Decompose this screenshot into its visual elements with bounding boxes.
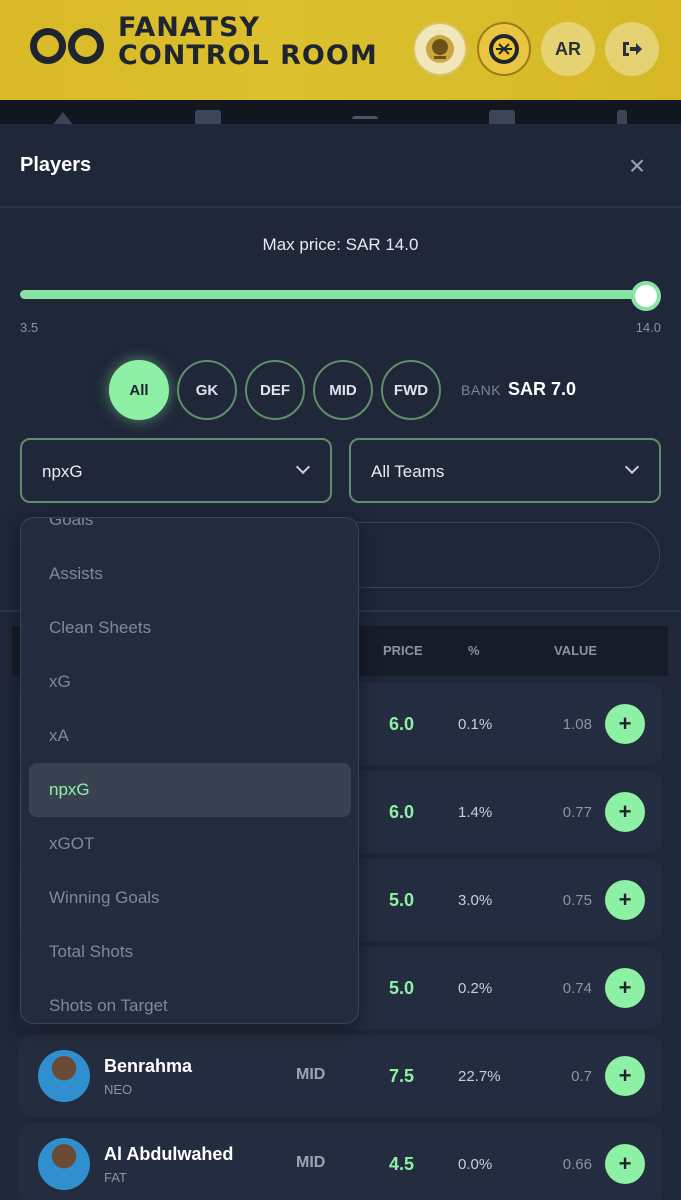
player-value: 0.74 xyxy=(562,980,592,997)
player-selected-pct: 0.1% xyxy=(458,716,493,733)
logout-icon xyxy=(623,42,642,56)
price-slider-min: 3.5 xyxy=(20,320,39,335)
logout-button[interactable] xyxy=(605,22,659,76)
dropdown-option[interactable]: Assists xyxy=(49,564,103,584)
player-selected-pct: 0.0% xyxy=(458,1156,493,1173)
player-position: MID xyxy=(296,1154,326,1171)
logo-text: FANATSY CONTROL ROOM xyxy=(118,14,378,70)
player-row[interactable]: Benrahma NEO MID 7.5 22.7% 0.7 + xyxy=(18,1035,663,1117)
player-value: 0.66 xyxy=(562,1156,592,1173)
logo-rings-icon xyxy=(26,22,108,64)
header-price[interactable]: PRICE xyxy=(383,643,423,658)
dropdown-option[interactable]: Total Shots xyxy=(49,942,133,962)
dropdown-option[interactable]: xG xyxy=(49,672,71,692)
player-team: NEO xyxy=(104,1082,133,1097)
player-selected-pct: 1.4% xyxy=(458,804,493,821)
player-position: MID xyxy=(296,1066,326,1083)
player-avatar xyxy=(38,1050,90,1102)
player-price: 5.0 xyxy=(389,890,415,910)
divider xyxy=(0,206,681,208)
sheet-title: Players xyxy=(20,154,92,176)
chevron-down-icon xyxy=(295,459,311,475)
player-selected-pct: 0.2% xyxy=(458,980,493,997)
tiger-crest-icon xyxy=(489,34,519,64)
player-price: 5.0 xyxy=(389,978,415,998)
club-crest-1-button[interactable] xyxy=(413,22,467,76)
add-player-button[interactable]: + xyxy=(605,792,645,832)
price-slider-max: 14.0 xyxy=(635,320,661,335)
position-filter-mid[interactable]: MID xyxy=(313,360,373,420)
dropdown-option[interactable]: xGOT xyxy=(49,834,94,854)
player-value: 0.75 xyxy=(562,892,592,909)
position-filter-fwd[interactable]: FWD xyxy=(381,360,441,420)
logo-line-2: CONTROL ROOM xyxy=(118,40,378,71)
player-selected-pct: 3.0% xyxy=(458,892,493,909)
dropdown-option[interactable]: Clean Sheets xyxy=(49,618,151,638)
close-icon[interactable]: × xyxy=(624,152,650,180)
club-crest-2-button[interactable] xyxy=(477,22,531,76)
app-header: FANATSY CONTROL ROOM AR xyxy=(0,0,681,100)
add-player-button[interactable]: + xyxy=(605,968,645,1008)
position-filter-all[interactable]: All xyxy=(109,360,169,420)
logo-line-1: FANATSY xyxy=(118,12,261,43)
dropdown-option[interactable]: Goals xyxy=(49,518,93,530)
app-logo: FANATSY CONTROL ROOM xyxy=(26,14,378,70)
dropdown-option[interactable]: Winning Goals xyxy=(49,888,160,908)
player-value: 0.7 xyxy=(571,1068,592,1085)
player-price: 6.0 xyxy=(389,714,415,734)
player-price: 6.0 xyxy=(389,802,415,822)
bank-label: BANK xyxy=(461,382,502,398)
chevron-down-icon xyxy=(624,459,640,475)
player-selected-pct: 22.7% xyxy=(458,1068,501,1085)
dropdown-option-selected[interactable]: npxG xyxy=(49,780,90,800)
position-filter-def[interactable]: DEF xyxy=(245,360,305,420)
language-toggle-button[interactable]: AR xyxy=(541,22,595,76)
transfer-arrow-icon[interactable] xyxy=(352,116,378,119)
player-value: 1.08 xyxy=(562,716,592,733)
dropdown-option[interactable]: xA xyxy=(49,726,69,746)
sort-stat-select[interactable]: npxG xyxy=(20,438,332,503)
max-price-label: Max price: SAR 14.0 xyxy=(262,235,419,254)
bottom-nav-partial xyxy=(0,100,681,126)
add-player-button[interactable]: + xyxy=(605,1056,645,1096)
player-value: 0.77 xyxy=(562,804,592,821)
team-filter-select[interactable]: All Teams xyxy=(349,438,661,503)
sort-stat-dropdown: Goals Assists Clean Sheets xG xA npxG xG… xyxy=(20,517,359,1024)
price-slider-thumb[interactable] xyxy=(631,281,661,311)
player-team: FAT xyxy=(104,1170,127,1185)
player-avatar xyxy=(38,1138,90,1190)
position-filter-gk[interactable]: GK xyxy=(177,360,237,420)
calendar-icon[interactable] xyxy=(195,110,221,124)
stats-icon[interactable] xyxy=(617,110,627,124)
player-price: 7.5 xyxy=(389,1066,415,1086)
player-price: 4.5 xyxy=(389,1154,415,1174)
lion-crest-icon xyxy=(426,35,454,63)
add-player-button[interactable]: + xyxy=(605,880,645,920)
add-player-button[interactable]: + xyxy=(605,1144,645,1184)
bank-value: SAR 7.0 xyxy=(508,379,577,399)
table-icon[interactable] xyxy=(489,110,515,124)
header-percent[interactable]: % xyxy=(468,643,480,658)
player-row[interactable]: Al Abdulwahed FAT MID 4.5 0.0% 0.66 + xyxy=(18,1123,663,1200)
header-value[interactable]: VALUE xyxy=(554,643,597,658)
dropdown-option[interactable]: Shots on Target xyxy=(49,996,168,1016)
team-filter-value: All Teams xyxy=(371,462,445,481)
price-slider-track[interactable] xyxy=(20,290,646,299)
player-name: Al Abdulwahed xyxy=(104,1144,234,1164)
player-name: Benrahma xyxy=(104,1056,193,1076)
add-player-button[interactable]: + xyxy=(605,704,645,744)
sort-stat-value: npxG xyxy=(42,462,83,481)
